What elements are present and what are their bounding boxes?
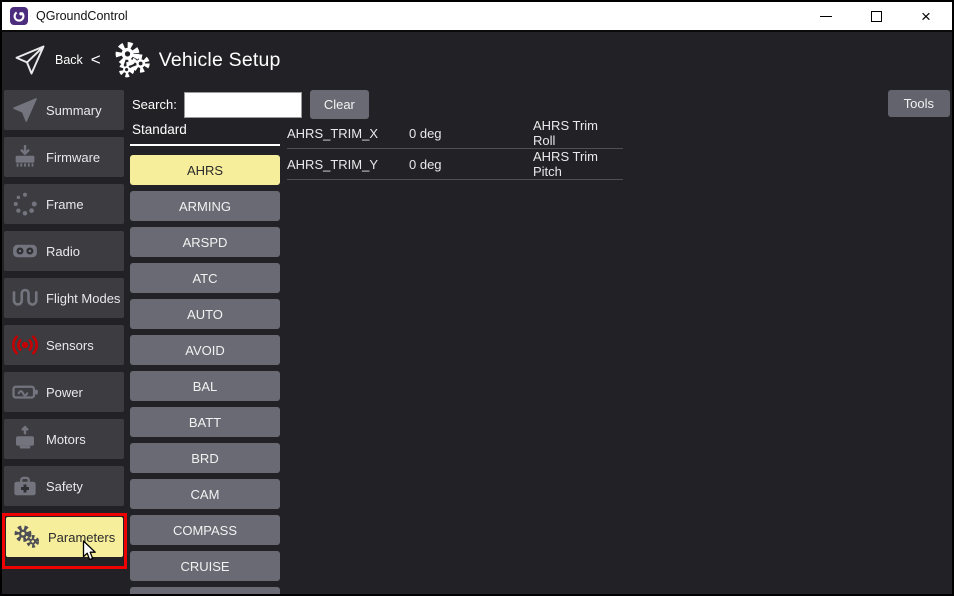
- minimize-icon: [820, 16, 832, 17]
- sidebar-item-label: Parameters: [48, 530, 115, 545]
- qgroundcontrol-logo-icon: [10, 7, 28, 25]
- titlebar: QGroundControl ×: [2, 2, 952, 32]
- sidebar-item-label: Summary: [46, 103, 102, 118]
- app-window: QGroundControl × Back <: [0, 0, 954, 596]
- content-area: Summary Firmware: [2, 88, 952, 594]
- setup-sidebar: Summary Firmware: [2, 88, 130, 594]
- vehicle-setup-header: Back < Vehicle Setup: [2, 32, 952, 88]
- minimize-button[interactable]: [816, 4, 836, 28]
- category-atc[interactable]: ATC: [130, 263, 280, 293]
- search-input[interactable]: [184, 92, 302, 118]
- sidebar-item-sensors[interactable]: Sensors: [4, 325, 124, 365]
- sidebar-item-label: Firmware: [46, 150, 100, 165]
- back-button[interactable]: Back: [55, 53, 83, 67]
- frame-dots-icon: [7, 187, 43, 221]
- maximize-button[interactable]: [866, 4, 886, 28]
- parameter-table: AHRS_TRIM_X 0 deg AHRS Trim Roll AHRS_TR…: [287, 118, 623, 180]
- close-icon: ×: [921, 8, 931, 25]
- parameter-value: 0 deg: [409, 126, 533, 141]
- motor-icon: [7, 422, 43, 456]
- sidebar-item-power[interactable]: Power: [4, 372, 124, 412]
- window-title: QGroundControl: [36, 9, 128, 23]
- sidebar-item-label: Flight Modes: [46, 291, 120, 306]
- sidebar-item-summary[interactable]: Summary: [4, 90, 124, 130]
- sidebar-item-motors[interactable]: Motors: [4, 419, 124, 459]
- sidebar-item-label: Frame: [46, 197, 84, 212]
- sidebar-item-flight-modes[interactable]: Flight Modes: [4, 278, 124, 318]
- sidebar-item-label: Safety: [46, 479, 83, 494]
- category-cruise[interactable]: CRUISE: [130, 551, 280, 581]
- sensors-signal-icon: [7, 328, 43, 362]
- clear-button[interactable]: Clear: [310, 90, 369, 119]
- search-row: Search: Clear: [132, 90, 369, 119]
- sidebar-item-parameters[interactable]: Parameters: [6, 517, 123, 557]
- breadcrumb-separator: <: [91, 50, 101, 70]
- category-cam[interactable]: CAM: [130, 479, 280, 509]
- category-bal[interactable]: BAL: [130, 371, 280, 401]
- maximize-icon: [871, 11, 882, 22]
- gears-icon: [9, 520, 45, 554]
- sidebar-item-firmware[interactable]: Firmware: [4, 137, 124, 177]
- category-group-standard[interactable]: Standard: [130, 122, 280, 142]
- parameters-selection-highlight: Parameters: [2, 513, 127, 569]
- page-title: Vehicle Setup: [159, 49, 281, 72]
- parameter-description: AHRS Trim Roll: [533, 118, 623, 148]
- category-compass[interactable]: COMPASS: [130, 515, 280, 545]
- category-batt[interactable]: BATT: [130, 407, 280, 437]
- category-avoid[interactable]: AVOID: [130, 335, 280, 365]
- category-partial[interactable]: [130, 587, 280, 594]
- flight-modes-wave-icon: [7, 281, 43, 315]
- parameter-name: AHRS_TRIM_Y: [287, 157, 409, 172]
- search-label: Search:: [132, 97, 177, 112]
- paper-plane-icon: [7, 93, 43, 127]
- category-group-underline: [130, 144, 280, 146]
- sidebar-item-safety[interactable]: Safety: [4, 466, 124, 506]
- tools-button[interactable]: Tools: [888, 90, 950, 117]
- parameters-panel: Search: Clear Tools Standard AHRS ARMING…: [130, 88, 952, 594]
- paper-plane-icon[interactable]: [12, 42, 48, 78]
- firmware-download-icon: [7, 140, 43, 174]
- table-row[interactable]: AHRS_TRIM_X 0 deg AHRS Trim Roll: [287, 118, 623, 149]
- sidebar-item-label: Sensors: [46, 338, 94, 353]
- parameter-description: AHRS Trim Pitch: [533, 149, 623, 179]
- radio-icon: [7, 234, 43, 268]
- battery-icon: [7, 375, 43, 409]
- parameter-value: 0 deg: [409, 157, 533, 172]
- category-ahrs[interactable]: AHRS: [130, 155, 280, 185]
- parameter-name: AHRS_TRIM_X: [287, 126, 409, 141]
- category-arspd[interactable]: ARSPD: [130, 227, 280, 257]
- category-list: Standard AHRS ARMING ARSPD ATC AUTO AVOI…: [130, 122, 280, 594]
- category-brd[interactable]: BRD: [130, 443, 280, 473]
- sidebar-item-radio[interactable]: Radio: [4, 231, 124, 271]
- sidebar-item-label: Motors: [46, 432, 86, 447]
- category-auto[interactable]: AUTO: [130, 299, 280, 329]
- sidebar-item-label: Power: [46, 385, 83, 400]
- sidebar-item-label: Radio: [46, 244, 80, 259]
- sidebar-item-frame[interactable]: Frame: [4, 184, 124, 224]
- table-row[interactable]: AHRS_TRIM_Y 0 deg AHRS Trim Pitch: [287, 149, 623, 180]
- close-button[interactable]: ×: [916, 4, 936, 28]
- safety-toolbox-icon: [7, 469, 43, 503]
- category-arming[interactable]: ARMING: [130, 191, 280, 221]
- vehicle-setup-gears-icon: [110, 39, 152, 81]
